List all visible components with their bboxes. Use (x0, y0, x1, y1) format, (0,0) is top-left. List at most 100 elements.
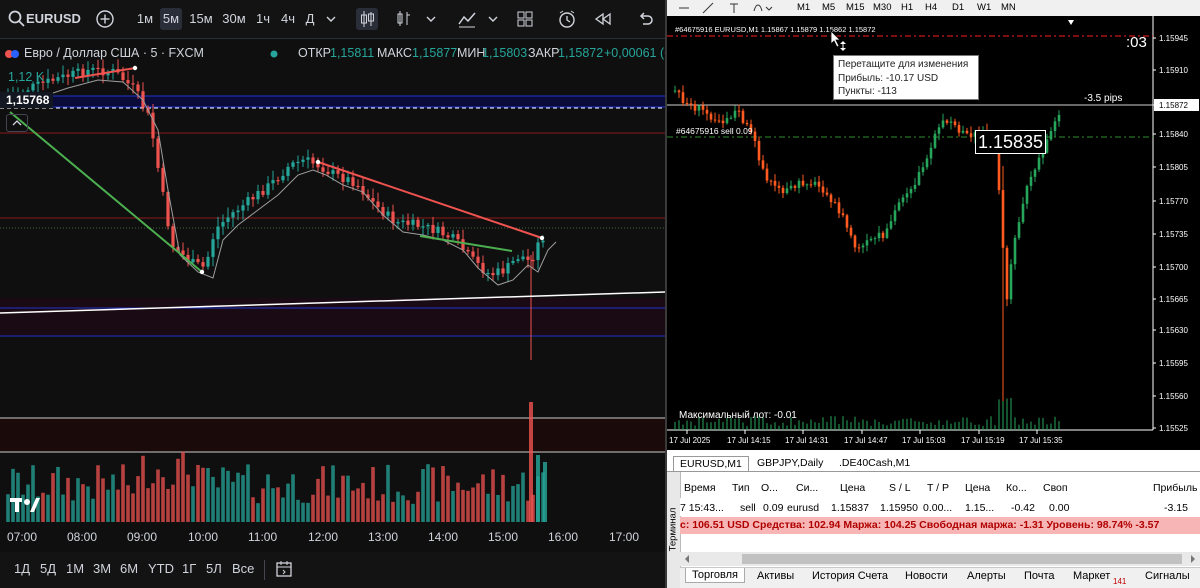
candle (697, 105, 701, 111)
range-1y[interactable]: 1Г (182, 561, 196, 576)
volume-bar (366, 498, 370, 522)
col-sl[interactable]: S / L (889, 482, 911, 494)
market-status-icon (269, 48, 279, 62)
price-label: 1.15770 (1159, 197, 1188, 206)
chart-tab-de40[interactable]: .DE40Cash,M1 (833, 456, 916, 471)
candle (321, 167, 325, 172)
col-price[interactable]: Цена (840, 482, 865, 494)
tab-assets[interactable]: Активы (757, 570, 794, 582)
tf-w1[interactable]: W1 (977, 2, 991, 13)
range-5d[interactable]: 5Д (40, 561, 56, 576)
volume-bar (506, 501, 510, 522)
range-3m[interactable]: 3М (93, 561, 111, 576)
candle (773, 180, 777, 186)
candle (126, 80, 130, 84)
candle (51, 78, 55, 81)
volume-bar (543, 462, 547, 522)
col-swap[interactable]: Своп (1043, 482, 1068, 494)
candle (801, 180, 805, 186)
volume-bar (46, 494, 50, 522)
candle (753, 131, 757, 141)
col-symbol[interactable]: Си... (796, 482, 818, 494)
price-label: 1.15805 (1159, 163, 1188, 172)
tab-history[interactable]: История Счета (812, 570, 888, 582)
tf-m15[interactable]: M15 (846, 2, 864, 13)
col-type[interactable]: Тип (732, 482, 750, 494)
volume-bar (316, 478, 320, 522)
tf-d1[interactable]: D1 (952, 2, 964, 13)
tf-m1[interactable]: M1 (797, 2, 810, 13)
time-label: 17 Jul 2025 (669, 436, 711, 445)
range-6m[interactable]: 6М (120, 561, 138, 576)
candle (677, 90, 681, 93)
volume-bar (156, 469, 160, 522)
candle (411, 219, 415, 225)
candle (451, 234, 455, 238)
candle (491, 272, 495, 276)
chart-tab-gbpjpy[interactable]: GBPJPY,Daily (751, 456, 829, 471)
candle (813, 181, 817, 185)
candle (216, 226, 220, 240)
volume-bar (331, 465, 335, 522)
volume-bar (76, 478, 80, 522)
col-tp[interactable]: T / P (927, 482, 949, 494)
tv-range-bar: 1Д 5Д 1М 3М 6М YTD 1Г 5Л Все (0, 552, 665, 588)
candle (921, 167, 925, 173)
x-tick: 12:00 (308, 530, 339, 544)
anchor-point (132, 65, 138, 71)
price-label: 1.15525 (1159, 424, 1188, 433)
tf-mn[interactable]: MN (1001, 2, 1016, 13)
range-1d[interactable]: 1Д (14, 561, 30, 576)
col-volume[interactable]: О... (761, 482, 778, 494)
candle (781, 187, 785, 194)
volume-bar (176, 458, 180, 522)
range-1m[interactable]: 1М (66, 561, 84, 576)
candle (937, 127, 941, 134)
candle (156, 138, 160, 168)
calendar-goto-icon[interactable] (274, 559, 294, 584)
candle (945, 120, 949, 123)
candle (431, 224, 435, 233)
tf-m5[interactable]: M5 (822, 2, 835, 13)
candle (376, 201, 380, 208)
col-current-price[interactable]: Цена (965, 482, 990, 494)
range-5y[interactable]: 5Л (206, 561, 222, 576)
volume-bar (91, 498, 95, 522)
volume-bar (271, 488, 275, 522)
range-all[interactable]: Все (232, 561, 254, 576)
candle (965, 130, 969, 134)
x-tick: 16:00 (548, 530, 579, 544)
candle (969, 133, 973, 137)
volume-bar (116, 489, 120, 522)
candle (693, 104, 697, 111)
candle (506, 263, 510, 274)
chart-tab-eurusd[interactable]: EURUSD,M1 (673, 456, 749, 472)
candle (869, 238, 873, 241)
tv-chart-area[interactable] (0, 0, 665, 588)
tab-market[interactable]: Маркет (1073, 570, 1110, 582)
candle (56, 77, 60, 81)
scrollbar-thumb[interactable] (742, 554, 1182, 564)
horizontal-scrollbar[interactable] (680, 552, 1200, 566)
tab-alerts[interactable]: Алерты (967, 570, 1006, 582)
time-label: 17 Jul 15:35 (1019, 436, 1063, 445)
collapse-chevron-icon[interactable] (6, 114, 28, 132)
tab-signals[interactable]: Сигналы (1145, 570, 1190, 582)
tf-h1[interactable]: H1 (901, 2, 913, 13)
volume-bar (521, 472, 525, 522)
tab-mail[interactable]: Почта (1024, 570, 1055, 582)
col-profit[interactable]: Прибыль (1153, 482, 1197, 494)
tf-h4[interactable]: H4 (925, 2, 937, 13)
candle (1021, 203, 1025, 223)
candle (416, 219, 420, 227)
col-time[interactable]: Время (684, 482, 716, 494)
col-commission[interactable]: Ко... (1006, 482, 1027, 494)
tf-m30[interactable]: M30 (873, 2, 891, 13)
tab-news[interactable]: Новости (905, 570, 948, 582)
candle (131, 83, 135, 85)
volume-bar (301, 502, 305, 522)
legend-title[interactable]: Евро / Доллар США · 5 · FXCM (24, 46, 204, 60)
range-ytd[interactable]: YTD (148, 561, 174, 576)
tab-trade[interactable]: Торговля (685, 568, 745, 583)
time-label: 17 Jul 14:31 (785, 436, 829, 445)
